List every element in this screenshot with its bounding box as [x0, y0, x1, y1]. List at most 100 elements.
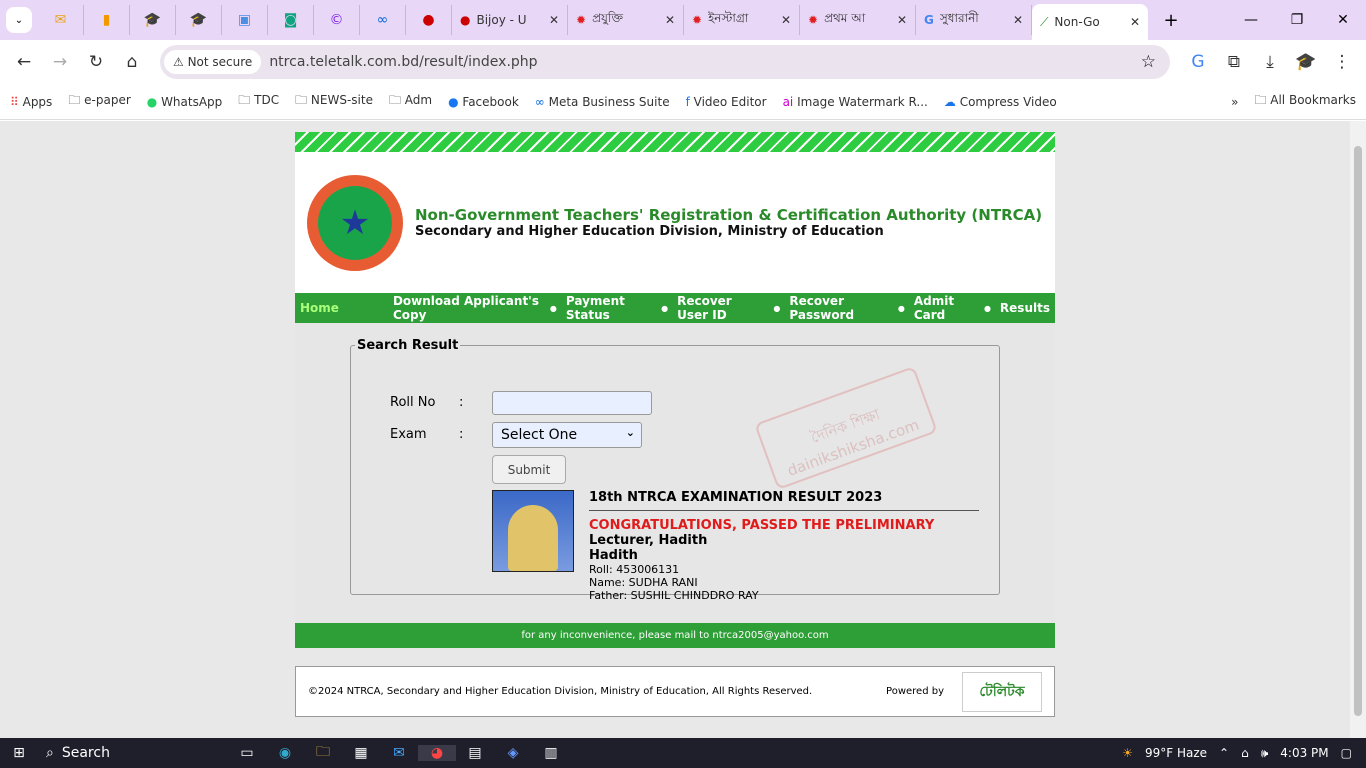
analytics-icon: ▮ — [102, 12, 111, 28]
store-icon[interactable]: ▦ — [342, 745, 380, 761]
browser-tab[interactable]: ✹ ইনস্টাগ্রা ✕ — [684, 5, 800, 35]
file-explorer-icon[interactable]: 🗀 — [304, 741, 342, 765]
bd-gov-icon: ● — [422, 12, 435, 28]
bookmark-compress[interactable]: ☁ Compress Video — [944, 95, 1057, 109]
close-window-button[interactable]: ✕ — [1320, 12, 1366, 28]
nav-payment-status[interactable]: Payment Status — [566, 294, 652, 322]
close-icon[interactable]: ✕ — [897, 13, 907, 27]
profile-avatar[interactable]: 🎓 — [1290, 46, 1322, 78]
result-name: Name: SUDHA RANI — [589, 576, 698, 589]
tab-search-button[interactable]: ⌄ — [6, 7, 32, 33]
weather-text[interactable]: 99°F Haze — [1145, 746, 1207, 760]
ai-icon: ai — [782, 94, 798, 109]
vertical-scrollbar[interactable] — [1350, 121, 1366, 738]
bookmark-apps[interactable]: ⠿ Apps — [10, 95, 52, 109]
translate-icon[interactable]: G — [1182, 46, 1214, 78]
home-button[interactable]: ⌂ — [116, 46, 148, 78]
nav-recover-password[interactable]: Recover Password — [789, 294, 888, 322]
exam-select[interactable]: Select One ⌄ — [492, 422, 642, 448]
bookmark-meta[interactable]: ∞ Meta Business Suite — [535, 95, 670, 109]
security-chip[interactable]: ⚠ Not secure — [164, 50, 262, 74]
bookmark-folder[interactable]: 🗀 e-paper — [68, 91, 130, 112]
close-icon[interactable]: ✕ — [549, 13, 559, 27]
start-button[interactable]: ⊞ — [0, 745, 38, 761]
news-icon: ✹ — [808, 13, 819, 27]
submit-button[interactable]: Submit — [492, 455, 566, 484]
notepad-icon[interactable]: ▤ — [456, 745, 494, 761]
copyright: ©2024 NTRCA, Secondary and Higher Educat… — [308, 686, 813, 697]
weather-icon[interactable]: ☀ — [1122, 746, 1133, 760]
pinned-tab[interactable]: © — [314, 5, 360, 35]
bookmark-facebook[interactable]: ● Facebook — [448, 95, 519, 109]
all-bookmarks[interactable]: 🗀 All Bookmarks — [1254, 91, 1356, 112]
calculator-icon[interactable]: ▥ — [532, 745, 570, 761]
mail-icon[interactable]: ✉ — [380, 745, 418, 761]
site-subtitle: Secondary and Higher Education Division,… — [415, 224, 884, 239]
main-nav: Home Download Applicant's Copy ● Payment … — [295, 293, 1055, 323]
tab-strip: ⌄ ✉ ▮ 🎓 🎓 ▣ ◙ © ∞ ● ● Bijoy - U ✕ ✹ প্রযুক্… — [0, 0, 1366, 40]
edge-icon[interactable]: ◉ — [266, 745, 304, 761]
result-father: Father: SUSHIL CHINDDRO RAY — [589, 589, 759, 602]
bookmark-whatsapp[interactable]: ● WhatsApp — [147, 95, 223, 109]
notifications-icon[interactable]: ▢ — [1341, 746, 1352, 760]
meta-icon: ∞ — [376, 12, 389, 28]
back-button[interactable]: ← — [8, 46, 40, 78]
minimize-button[interactable]: — — [1228, 12, 1274, 28]
nav-download-copy[interactable]: Download Applicant's Copy — [393, 294, 541, 322]
powered-by: Powered by — [886, 686, 944, 697]
network-icon[interactable]: ⌂ — [1241, 746, 1249, 760]
bookmark-folder[interactable]: 🗀 NEWS-site — [295, 91, 373, 112]
browser-tab[interactable]: G সুধারানী ✕ — [916, 5, 1032, 35]
pinned-tab[interactable]: ∞ — [360, 5, 406, 35]
nav-home[interactable]: Home — [300, 301, 339, 315]
pinned-tab[interactable]: ▮ — [84, 5, 130, 35]
bookmark-video-editor[interactable]: f Video Editor — [686, 95, 767, 109]
top-stripe — [295, 132, 1055, 152]
bookmark-folder[interactable]: 🗀 TDC — [238, 91, 279, 112]
browser-tab[interactable]: ✹ প্রথম আ ✕ — [800, 5, 916, 35]
roll-no-input[interactable] — [492, 391, 652, 415]
close-icon[interactable]: ✕ — [1013, 13, 1023, 27]
close-icon[interactable]: ✕ — [665, 13, 675, 27]
reload-button[interactable]: ↻ — [80, 46, 112, 78]
bookmark-star-icon[interactable]: ☆ — [1141, 52, 1166, 72]
chrome-icon[interactable]: ◕ — [418, 745, 456, 761]
bookmark-folder[interactable]: 🗀 Adm — [389, 91, 432, 112]
pinned-tab[interactable]: ▣ — [222, 5, 268, 35]
new-tab-button[interactable]: + — [1156, 10, 1186, 31]
close-icon[interactable]: ✕ — [1130, 15, 1140, 29]
search-icon: ⌕ — [46, 745, 54, 761]
volume-icon[interactable]: 🕪 — [1261, 746, 1269, 761]
teletalk-logo[interactable]: টেলিটক — [962, 671, 1042, 712]
pinned-tab[interactable]: 🎓 — [130, 5, 176, 35]
bd-gov-icon: ● — [460, 13, 471, 27]
close-icon[interactable]: ✕ — [781, 13, 791, 27]
url-text[interactable]: ntrca.teletalk.com.bd/result/index.php — [269, 54, 537, 70]
menu-icon[interactable]: ⋮ — [1326, 46, 1358, 78]
pinned-tab[interactable]: ✉ — [38, 5, 84, 35]
nav-admit-card[interactable]: Admit Card — [914, 294, 975, 322]
browser-tab[interactable]: ● Bijoy - U ✕ — [452, 5, 568, 35]
browser-tab-active[interactable]: ⟋ Non-Go ✕ — [1032, 4, 1148, 40]
watermark: দৈনিক শিক্ষা dainikshiksha.com — [754, 366, 938, 490]
more-bookmarks-icon[interactable]: » — [1231, 95, 1238, 109]
tray-chevron-icon[interactable]: ⌃ — [1219, 746, 1229, 760]
forward-button[interactable]: → — [44, 46, 76, 78]
address-bar[interactable]: ⚠ Not secure ntrca.teletalk.com.bd/resul… — [160, 45, 1170, 79]
pinned-tab[interactable]: ● — [406, 5, 452, 35]
nav-results[interactable]: Results — [1000, 301, 1050, 315]
pinned-tab[interactable]: 🎓 — [176, 5, 222, 35]
nav-recover-user-id[interactable]: Recover User ID — [677, 294, 764, 322]
download-icon[interactable]: ⤓ — [1254, 46, 1286, 78]
extensions-icon[interactable]: ⧉ — [1218, 46, 1250, 78]
app-icon[interactable]: ◈ — [494, 745, 532, 761]
folder-icon: 🗀 — [238, 93, 255, 107]
folder-icon: 🗀 — [295, 93, 311, 107]
bookmark-watermark[interactable]: ai Image Watermark R... — [783, 95, 928, 109]
browser-tab[interactable]: ✹ প্রযুক্তি ✕ — [568, 5, 684, 35]
pinned-tab[interactable]: ◙ — [268, 5, 314, 35]
restore-button[interactable]: ❐ — [1274, 12, 1320, 28]
task-view-icon[interactable]: ▭ — [228, 745, 266, 761]
taskbar-search[interactable]: ⌕ Search — [38, 745, 228, 761]
clock[interactable]: 4:03 PM — [1280, 746, 1328, 760]
